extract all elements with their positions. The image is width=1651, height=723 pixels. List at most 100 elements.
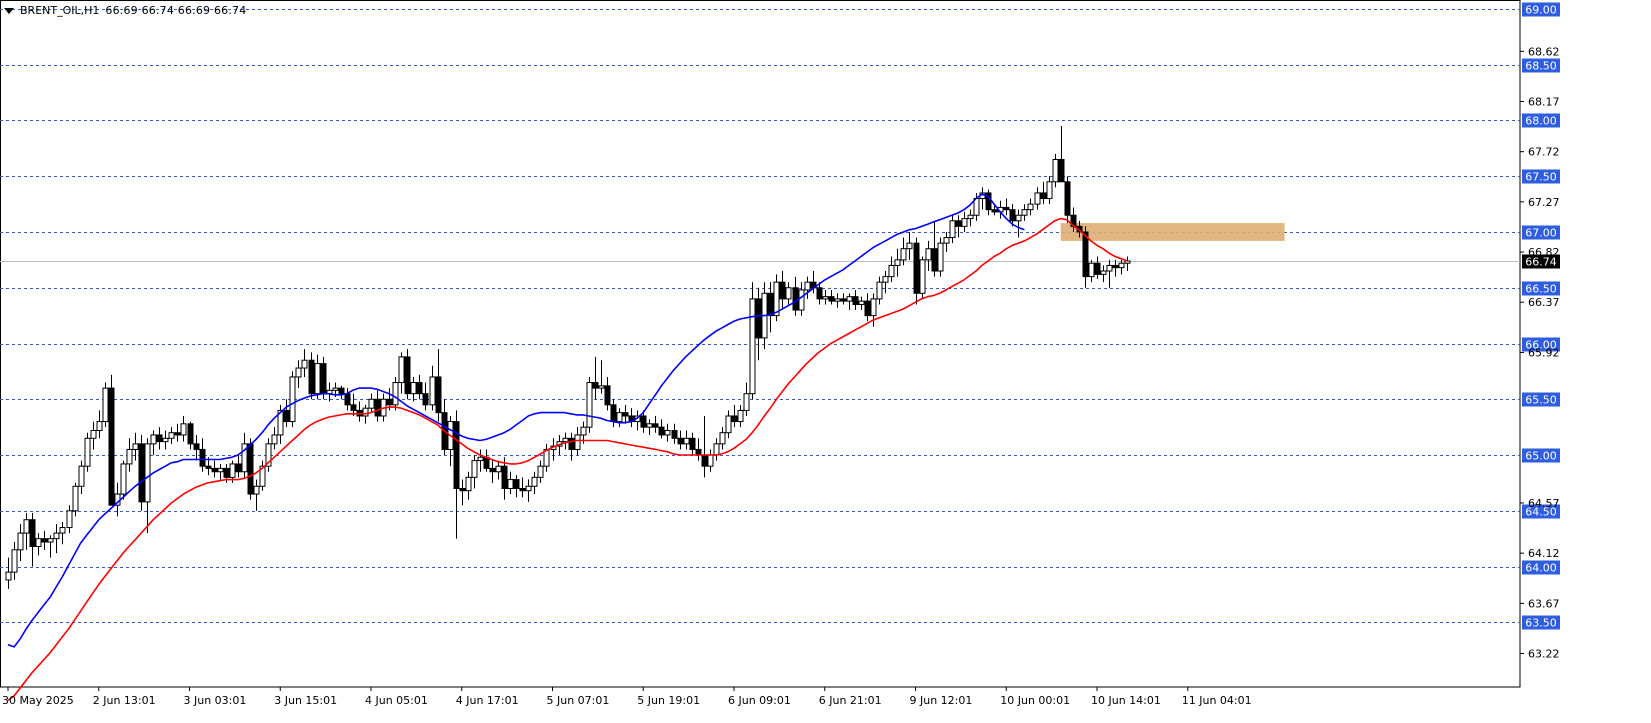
candle-bear-body [1040,192,1047,200]
candle-bear-body [640,415,647,428]
candle [283,399,290,428]
candle [550,438,557,461]
x-tick-label: 3 Jun 15:01 [274,694,337,707]
candle-bull-body [150,434,157,445]
candle [35,533,42,556]
candle [168,427,175,444]
x-tick-label: 3 Jun 03:01 [184,694,247,707]
candle-bull-body [1027,203,1034,211]
candle-bull-body [168,432,175,439]
candle [84,432,91,472]
candle [404,349,411,400]
candle [598,360,605,394]
candle [773,274,780,322]
candle [949,215,956,244]
candle-bear-body [283,409,290,423]
candle-bear-body [592,382,599,389]
candle [852,289,859,311]
level-tag-label: 68.50 [1525,60,1557,73]
candle-bear-body [344,393,351,406]
candle-bull-body [162,437,169,443]
candle [1003,198,1010,216]
candle-bull-body [132,443,139,450]
candle [749,282,756,400]
candle-bull-body [525,485,532,492]
candle [834,293,841,308]
candle-bull-body [1015,214,1022,222]
candle [513,475,520,498]
candle [66,505,73,534]
candle [483,449,490,472]
candle [634,410,641,431]
ema-slow-line [7,217,1128,702]
candle [1124,256,1131,272]
candle [253,479,260,511]
candle [53,524,60,554]
triangle-down-icon[interactable] [4,7,14,14]
y-tick-label: 67.27 [1528,196,1560,209]
candle-bull-body [180,423,187,436]
candle [265,438,272,472]
candle [23,513,30,550]
candle-bull-body [23,519,30,534]
candle-bull-body [876,281,883,300]
candle [326,382,333,402]
candle-bull-body [11,549,18,573]
candle [301,349,308,377]
x-tick-label: 10 Jun 14:01 [1091,694,1161,707]
level-tag-label: 67.00 [1525,227,1557,240]
candle-bear-body [1112,264,1119,269]
candle-bull-body [943,237,950,244]
candle [531,471,538,495]
candle [792,276,799,316]
candle [447,415,454,467]
candle-bull-body [804,281,811,291]
candle-bull-body [229,463,236,478]
candle-bear-body [955,220,962,227]
zone-layer [1060,223,1285,241]
candle [308,352,315,400]
candle-bull-body [392,382,399,406]
candle-bull-body [906,242,913,250]
candle [459,479,466,506]
candle-bear-body [1009,209,1016,222]
candle-bear-body [610,404,617,423]
candle [1118,259,1125,275]
candle-bull-body [1046,181,1053,200]
candle-bull-body [429,376,436,406]
candle [767,282,774,333]
candle-bull-body [562,437,569,443]
candle-bear-body [701,454,708,467]
candle-bull-body [398,356,405,384]
candle-bear-body [501,465,508,489]
candle [610,399,617,428]
x-tick-label: 4 Jun 17:01 [456,694,519,707]
level-tag-label: 63.50 [1525,617,1557,630]
candle-bear-body [338,387,345,395]
price-chart[interactable]: 69.0068.5068.0067.5067.0066.5066.0065.50… [0,0,1651,719]
candles-layer [5,126,1131,589]
candle [677,430,684,450]
candle [628,408,635,428]
candle-bull-body [749,298,756,395]
ema-layer [7,193,1128,702]
candle [59,521,66,545]
candle [1027,198,1034,216]
candle [562,432,569,450]
candle-bull-body [937,242,944,272]
candle [737,404,744,428]
candle [646,419,653,435]
candle-bear-body [1082,231,1089,278]
candle-bear-body [459,487,466,492]
candle [156,427,163,450]
candle [29,513,36,567]
candle [150,430,157,456]
candle [695,438,702,461]
candle-bull-body [332,387,339,391]
candle [78,460,85,495]
candle-bull-body [1106,264,1113,272]
candle [864,293,871,322]
candle [652,415,659,433]
candle [785,282,792,305]
candle-bear-body [1003,206,1010,211]
